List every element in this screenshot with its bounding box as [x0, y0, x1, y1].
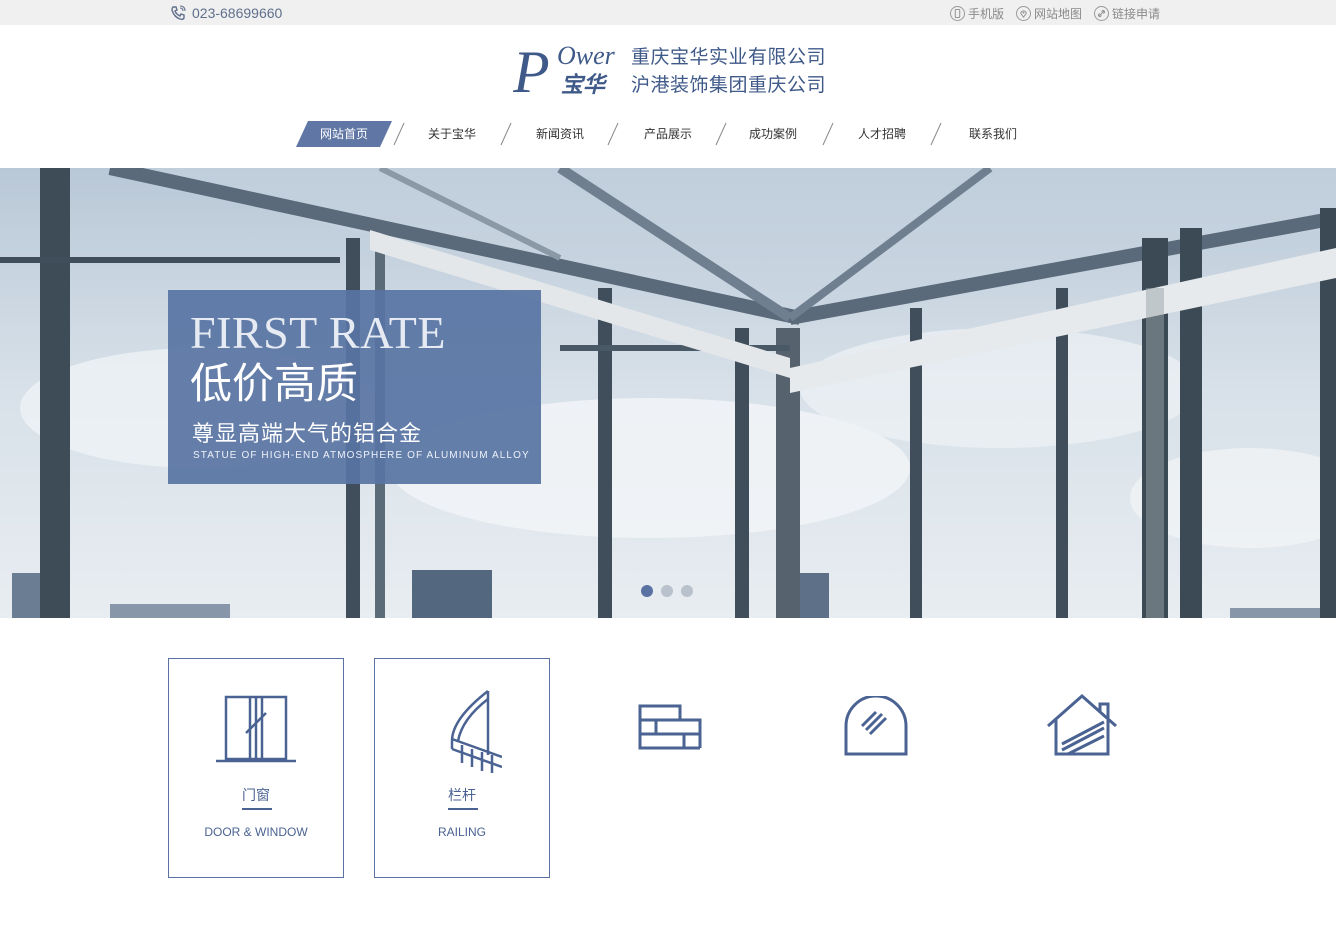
house-icon — [1047, 693, 1117, 756]
category-card-railing[interactable]: 栏杆 RAILING — [374, 658, 550, 878]
banner-subtitle-en: STATUE OF HIGH-END ATMOSPHERE OF ALUMINU… — [193, 450, 530, 461]
category-divider — [242, 808, 272, 810]
railing-icon — [450, 690, 502, 773]
category-title-en: RAILING — [437, 825, 486, 839]
nav-item-contact[interactable]: 联系我们 — [946, 121, 1040, 147]
nav-item-about[interactable]: 关于宝华 — [406, 121, 498, 147]
logo-word-ower: Ower — [557, 42, 616, 70]
nav-separator — [715, 122, 727, 146]
phone-text: 023-68699660 — [192, 5, 283, 21]
logo-letter-p: P — [513, 42, 550, 100]
banner-caption: FIRST RATE 低价高质 尊显高端大气的铝合金 STATUE OF HIG… — [168, 290, 541, 484]
slide-dot-2[interactable] — [661, 585, 673, 597]
company-name: 重庆宝华实业有限公司 沪港装饰集团重庆公司 — [631, 43, 826, 99]
top-bar: 023-68699660 手机版 网站地图 链接申请 — [0, 0, 1336, 25]
category-card-house[interactable] — [994, 658, 1170, 878]
map-pin-icon — [1016, 5, 1032, 21]
mobile-version-label: 手机版 — [968, 6, 1005, 21]
mobile-version-link[interactable]: 手机版 — [950, 5, 1004, 22]
nav-item-news[interactable]: 新闻资讯 — [514, 121, 606, 147]
brick-wall-icon — [638, 704, 702, 750]
category-card-brick[interactable] — [580, 658, 756, 878]
company-name-line2: 沪港装饰集团重庆公司 — [631, 74, 827, 96]
category-card-door-window[interactable]: 门窗 DOOR & WINDOW — [168, 658, 344, 878]
nav-separator — [930, 122, 942, 146]
link-apply-label: 链接申请 — [1112, 6, 1161, 21]
company-name-line1: 重庆宝华实业有限公司 — [631, 46, 827, 68]
link-apply-link[interactable]: 链接申请 — [1094, 5, 1160, 22]
nav-item-home[interactable]: 网站首页 — [296, 121, 392, 147]
door-window-icon — [216, 695, 296, 763]
nav-separator — [607, 122, 619, 146]
arch-window-icon — [844, 696, 908, 756]
mobile-icon — [950, 5, 965, 21]
phone-icon — [171, 5, 186, 21]
phone-number: 023-68699660 — [170, 4, 282, 22]
banner-subtitle-zh: 尊显高端大气的铝合金 — [192, 422, 423, 447]
power-logo-icon: P Ower 宝华 — [513, 42, 616, 100]
hero-banner[interactable]: FIRST RATE 低价高质 尊显高端大气的铝合金 STATUE OF HIG… — [0, 168, 1336, 618]
slider-dots — [641, 585, 693, 597]
logo-zh: 宝华 — [561, 72, 608, 98]
main-nav: 网站首页 关于宝华 新闻资讯 产品展示 成功案例 人才招聘 联系我们 — [296, 121, 1056, 147]
nav-separator — [393, 122, 405, 146]
banner-title-zh: 低价高质 — [190, 359, 359, 408]
category-title-zh: 栏杆 — [448, 788, 476, 804]
slide-dot-3[interactable] — [681, 585, 693, 597]
nav-item-cases[interactable]: 成功案例 — [727, 121, 819, 147]
nav-separator — [822, 122, 834, 146]
sitemap-label: 网站地图 — [1034, 6, 1083, 21]
sitemap-link[interactable]: 网站地图 — [1016, 5, 1082, 22]
category-card-glass[interactable] — [788, 658, 964, 878]
nav-item-jobs[interactable]: 人才招聘 — [836, 121, 928, 147]
nav-item-products[interactable]: 产品展示 — [622, 121, 714, 147]
slide-dot-1[interactable] — [641, 585, 653, 597]
nav-separator — [500, 122, 512, 146]
category-title-en: DOOR & WINDOW — [204, 825, 308, 839]
category-title-zh: 门窗 — [242, 788, 270, 804]
top-links: 手机版 网站地图 链接申请 — [950, 4, 1160, 22]
site-logo[interactable]: P Ower 宝华 重庆宝华实业有限公司 沪港装饰集团重庆公司 — [513, 42, 833, 100]
category-divider — [448, 808, 478, 810]
link-icon — [1094, 5, 1110, 21]
